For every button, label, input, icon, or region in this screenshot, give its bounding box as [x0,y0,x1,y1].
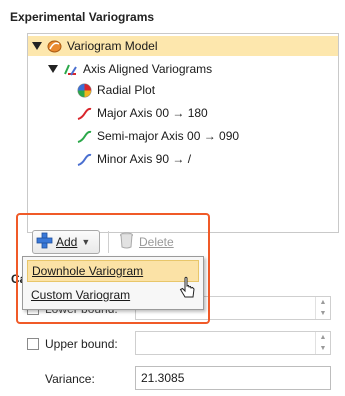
upper-bound-field[interactable]: ▲ ▼ [135,331,331,355]
expand-arrow-icon[interactable] [48,65,58,73]
spin-down-icon[interactable]: ▼ [320,310,327,317]
tree-node-label: Radial Plot [97,83,156,97]
upper-bound-label: Upper bound: [45,337,118,351]
semi-major-axis-icon [77,129,92,144]
upper-bound-row: Upper bound: [27,337,118,351]
tree-node-label: Variogram Model [67,39,158,53]
major-axis-icon [77,106,92,121]
tree-node-variogram-model[interactable]: Variogram Model [28,36,338,56]
tree-node-semi-major-axis[interactable]: Semi-major Axis 00 → 090 [77,126,239,146]
variogram-model-icon [47,39,62,54]
spin-up-icon[interactable]: ▲ [320,299,327,306]
expand-arrow-icon[interactable] [32,42,42,50]
tree-node-label: Minor Axis 90 → / [97,152,192,166]
add-dropdown-menu: Downhole Variogram Custom Variogram [22,256,204,310]
spin-up-icon[interactable]: ▲ [320,334,327,341]
menu-item-label: Custom Variogram [31,288,131,302]
tree-node-label: Semi-major Axis 00 → 090 [97,129,240,143]
tree-node-major-axis[interactable]: Major Axis 00 → 180 [77,103,208,123]
menu-item-label: Downhole Variogram [32,264,144,278]
tree-node-radial-plot[interactable]: Radial Plot [77,80,155,100]
tree-node-axis-aligned[interactable]: Axis Aligned Variograms [48,59,212,79]
spin-down-icon[interactable]: ▼ [320,345,327,352]
radial-plot-icon [77,83,92,98]
axis-aligned-variograms-icon [63,62,78,77]
tree-node-label: Axis Aligned Variograms [83,62,213,76]
menu-item-custom-variogram[interactable]: Custom Variogram [27,284,199,306]
variance-label: Variance: [45,372,95,386]
variogram-tree[interactable]: Variogram Model Axis Aligned Variograms … [27,33,339,233]
menu-item-downhole-variogram[interactable]: Downhole Variogram [27,260,199,282]
tree-node-label: Major Axis 00 → 180 [97,106,208,120]
variance-row: Variance: [45,372,95,386]
mouse-cursor-icon [178,276,198,305]
variance-field[interactable]: 21.3085 [135,366,331,390]
upper-bound-checkbox[interactable] [27,338,39,350]
section-title: Experimental Variograms [10,10,155,24]
minor-axis-icon [77,152,92,167]
tree-node-minor-axis[interactable]: Minor Axis 90 → / [77,149,191,169]
